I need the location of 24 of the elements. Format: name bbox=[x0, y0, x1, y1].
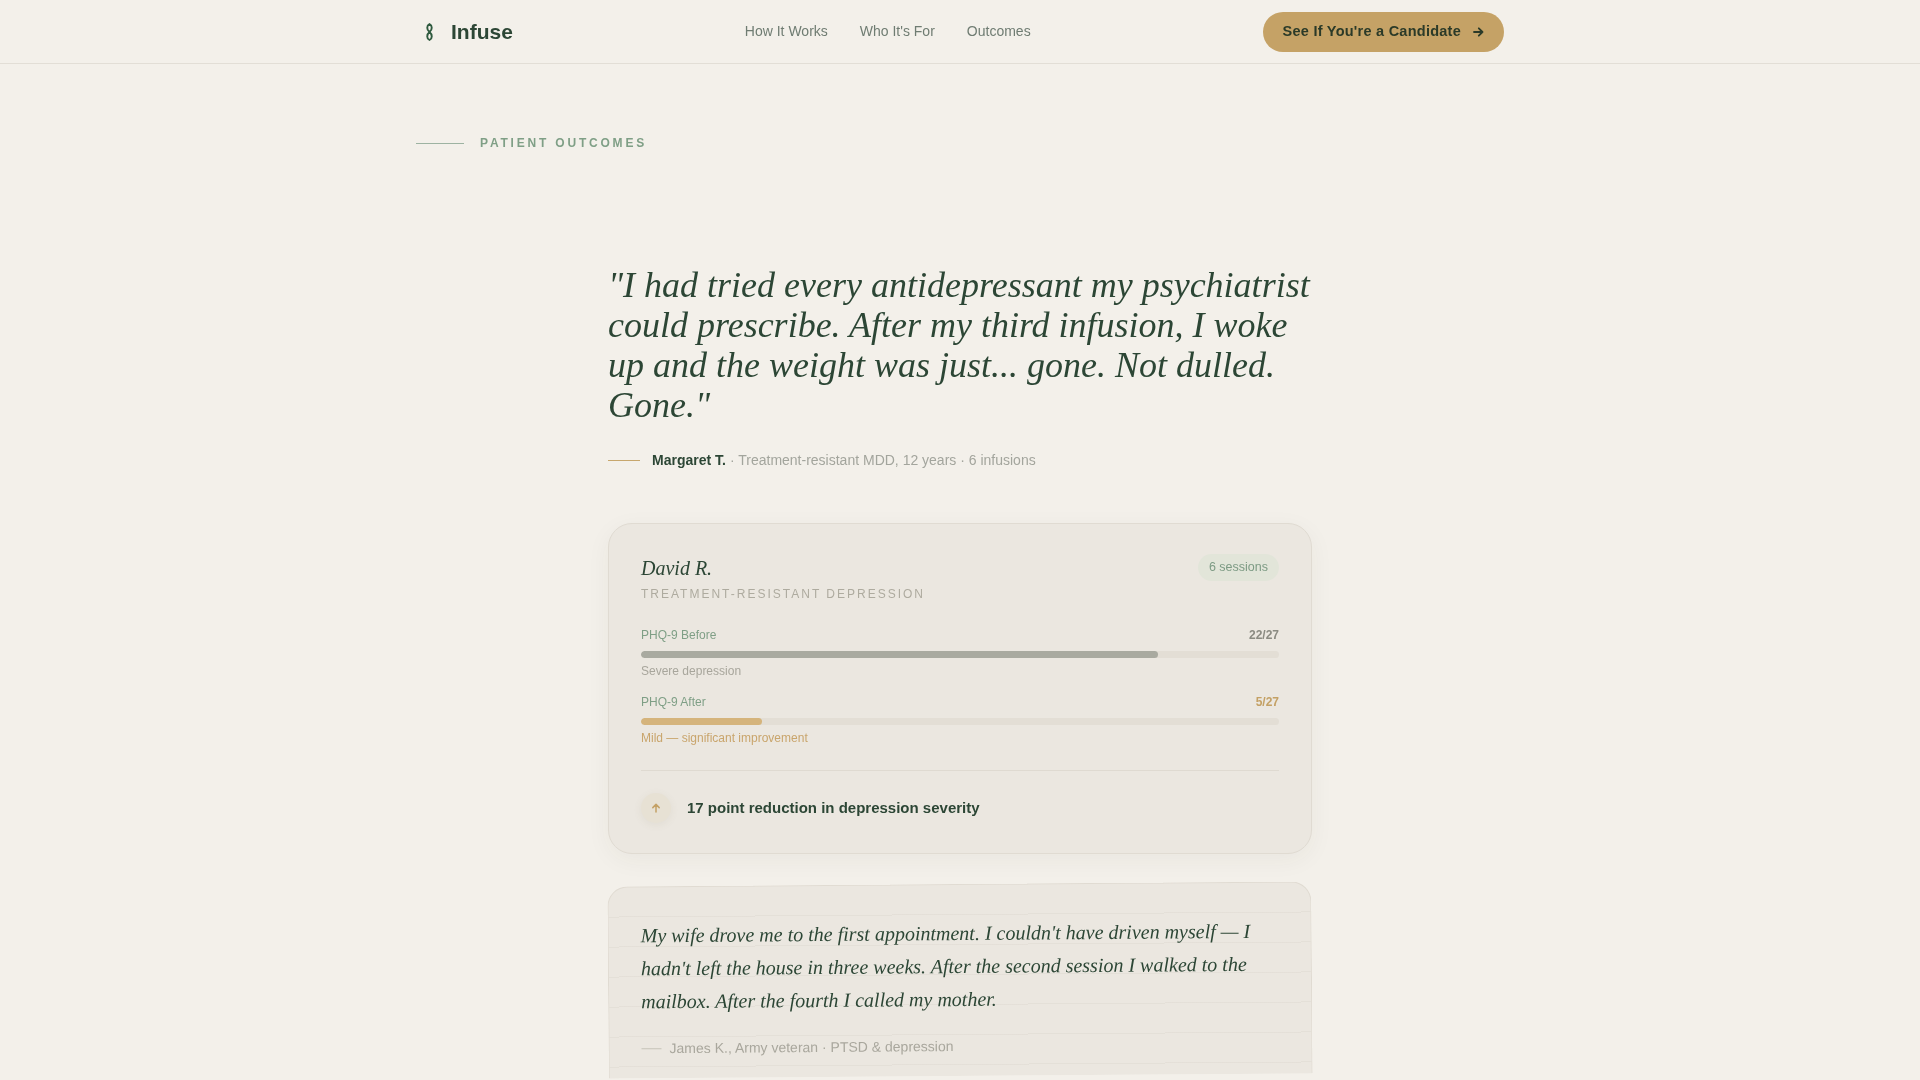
arrow-right-icon bbox=[1473, 26, 1484, 37]
arrow-up-icon bbox=[641, 793, 671, 823]
testimonial-quote: My wife drove me to the first appointment. I couldn't have driven myself — I hadn't left the house in three weeks. After the second session I walked to the mailbox. After the fourth I called my mother. bbox=[640, 918, 1252, 1015]
section-label: PATIENT OUTCOMES bbox=[480, 135, 648, 151]
severity-note: Severe depression bbox=[641, 663, 743, 679]
brand-name[interactable]: Infuse bbox=[451, 21, 513, 42]
severity-note: Mild — significant improvement bbox=[641, 730, 809, 746]
nav-link[interactable]: Who It's For bbox=[859, 21, 935, 42]
score-label: PHQ-9 Before bbox=[641, 627, 717, 643]
candidate-button[interactable]: See If You're a Candidate bbox=[1262, 11, 1504, 52]
nav-link[interactable]: Outcomes bbox=[966, 21, 1031, 42]
sessions-badge: 6 sessions bbox=[1197, 554, 1279, 581]
reduction-summary: 17 point reduction in depression severity bbox=[687, 797, 980, 818]
score-label: PHQ-9 After bbox=[641, 694, 706, 710]
author-details: · Treatment-resistant MDD, 12 years · 6 infusions bbox=[729, 451, 1036, 470]
logo-icon bbox=[424, 22, 435, 41]
featured-quote: "I had tried every antidepressant my psychiatrist could prescribe. After my third infusion, I woke up and the weight was just... gone. Not dulled. Gone." bbox=[608, 265, 1312, 425]
score-value: 5/27 bbox=[1255, 694, 1279, 710]
condition-label: TREATMENT-RESISTANT DEPRESSION bbox=[641, 586, 926, 602]
testimonial-attribution: James K., Army veteran · PTSD & depression bbox=[669, 1037, 954, 1059]
patient-name: David R. bbox=[641, 556, 714, 580]
nav-link[interactable]: How It Works bbox=[744, 21, 828, 42]
score-value: 22/27 bbox=[1248, 627, 1279, 643]
author-name: Margaret T. bbox=[652, 451, 726, 470]
